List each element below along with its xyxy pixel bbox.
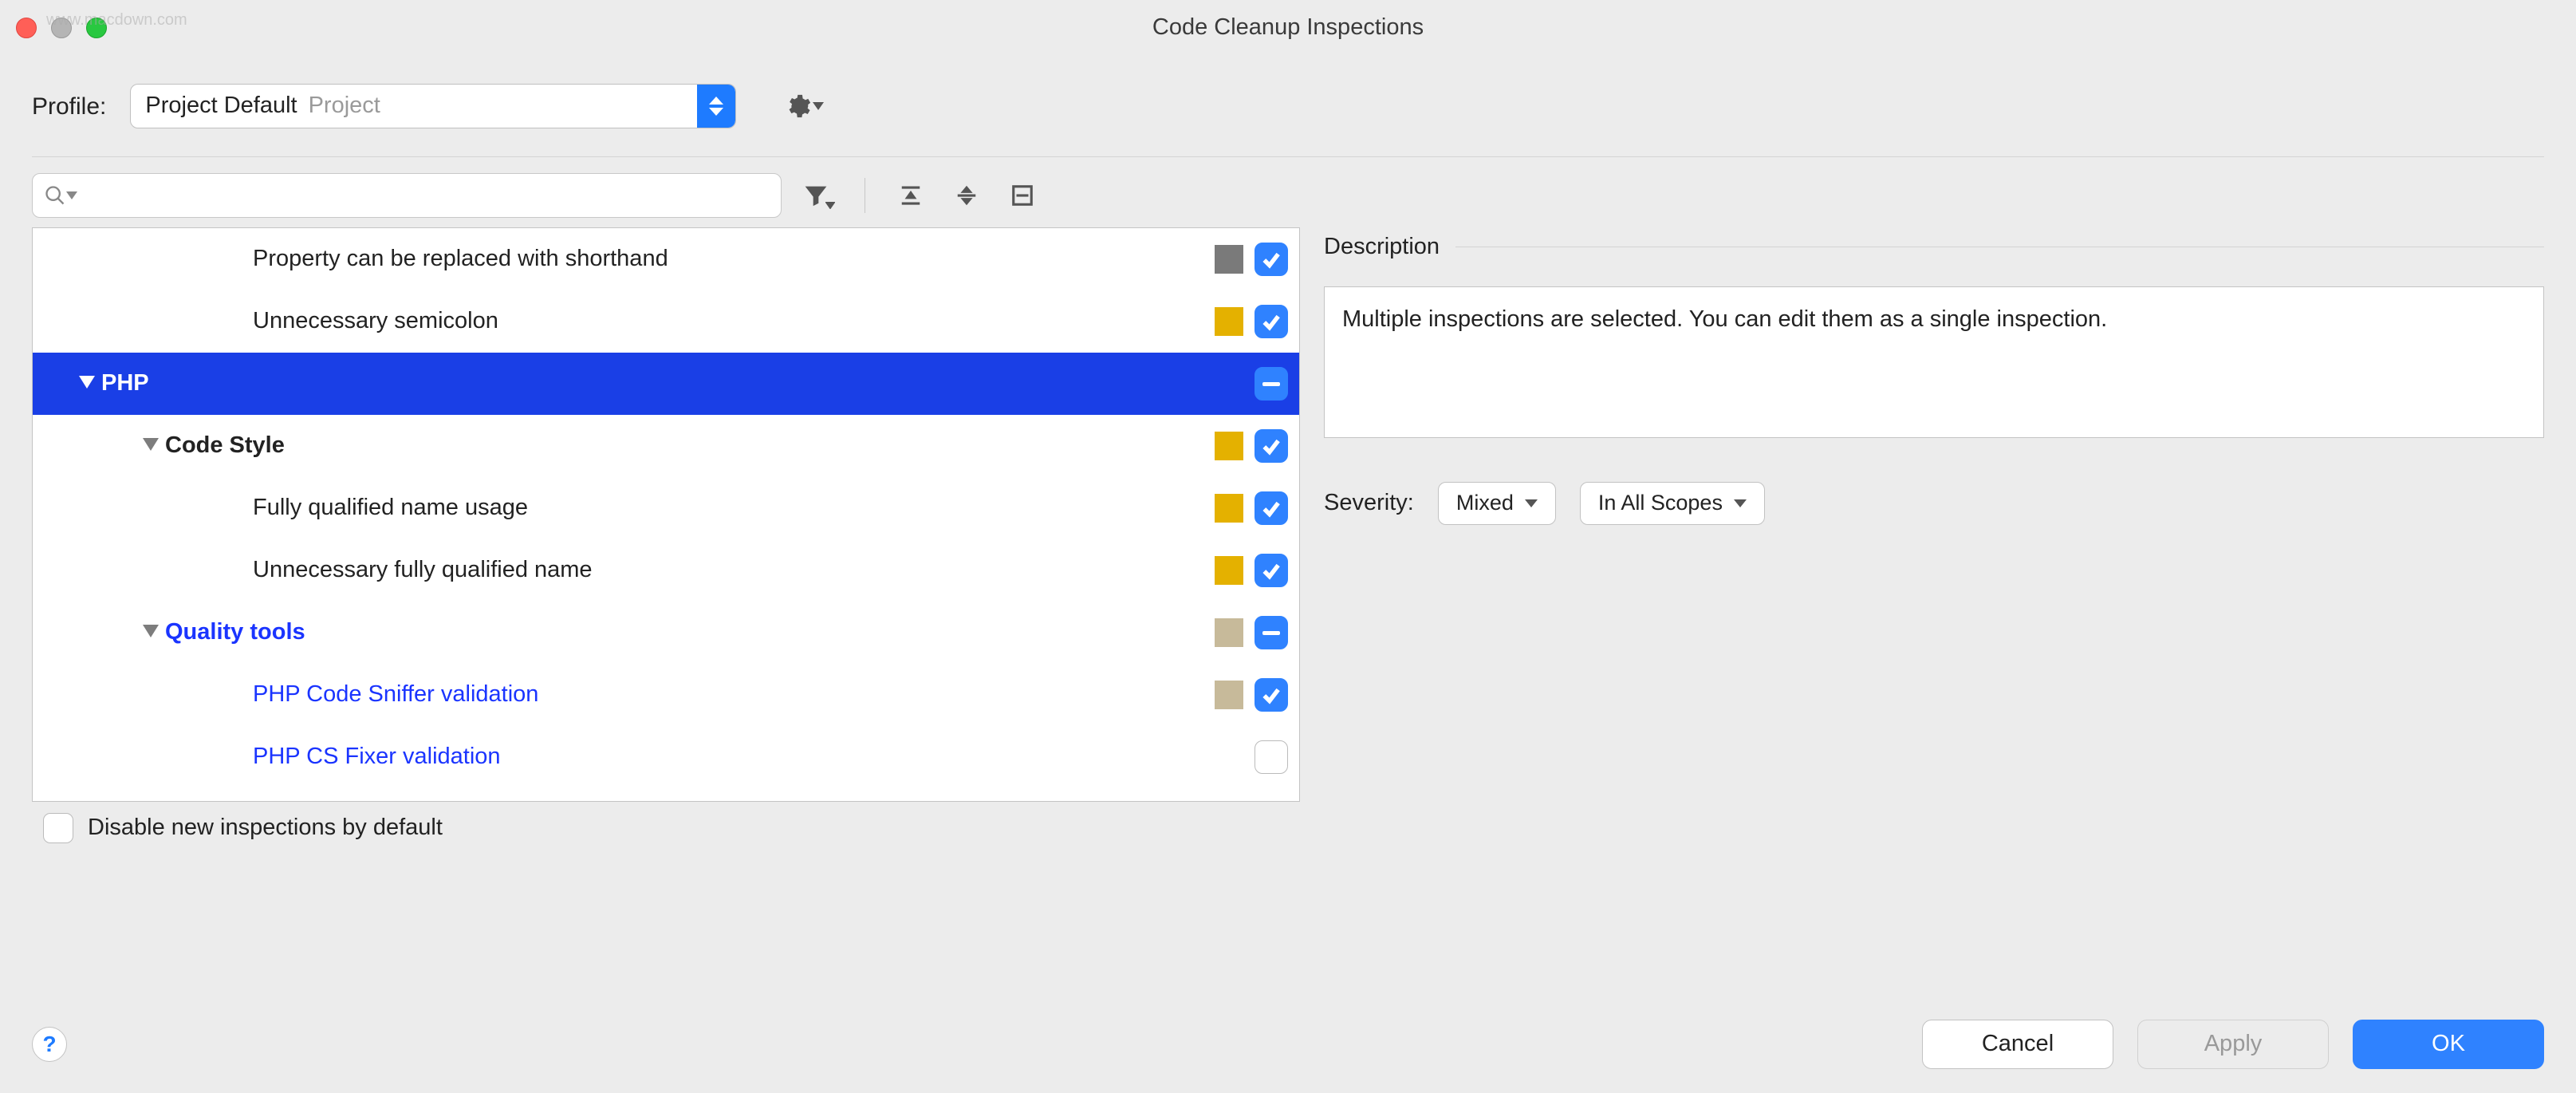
reset-icon [1010,183,1034,207]
severity-swatch [1215,556,1243,585]
tree-row-label: Unnecessary fully qualified name [253,555,1215,586]
tree-row[interactable]: Quality tools [33,602,1299,664]
tree-row[interactable]: PHP Code Sniffer validation [33,664,1299,726]
inspection-checkbox[interactable] [1255,305,1288,338]
check-icon [1261,436,1282,456]
watermark: www.macdown.com [46,10,187,30]
button-bar: ? Cancel Apply OK [0,1020,2576,1069]
disclosure-triangle-icon [79,376,95,392]
scope-value: In All Scopes [1598,489,1723,517]
search-icon [44,184,66,207]
window-title: Code Cleanup Inspections [0,13,2576,43]
disable-new-row: Disable new inspections by default [0,802,2576,843]
help-button[interactable]: ? [32,1027,67,1062]
search-input[interactable] [82,183,770,208]
filter-button[interactable] [801,177,837,214]
dropdown-arrow-icon [813,102,824,110]
tree-row-label: PHP Code Sniffer validation [253,680,1215,710]
tree-row[interactable]: Unnecessary fully qualified name [33,539,1299,602]
check-icon [1261,498,1282,519]
reset-button[interactable] [1004,177,1041,214]
profile-value: Project Default [131,91,297,121]
toolbar [0,157,2576,227]
tree-row-label: Code Style [165,431,1215,461]
profile-combobox[interactable]: Project Default Project [130,84,736,128]
tree-row-label: PHP CS Fixer validation [253,742,1215,772]
check-icon [1261,249,1282,270]
severity-value: Mixed [1456,489,1514,517]
severity-swatch [1215,245,1243,274]
disclosure-triangle-icon [143,438,159,454]
mixed-dash-icon [1262,382,1280,386]
severity-swatch [1215,681,1243,709]
tree-row[interactable]: Property can be replaced with shorthand [33,228,1299,290]
dropdown-arrow-icon [825,202,835,209]
tree-row[interactable]: PHP [33,353,1299,415]
updown-icon [697,85,735,128]
inspection-checkbox[interactable] [1255,740,1288,774]
profile-actions-button[interactable] [784,93,824,120]
titlebar: Code Cleanup Inspections www.macdown.com [0,0,2576,56]
check-icon [1261,560,1282,581]
expand-all-button[interactable] [892,177,929,214]
inspection-tree[interactable]: Property can be replaced with shorthand U… [32,227,1300,802]
severity-label: Severity: [1324,488,1414,519]
collapse-all-button[interactable] [948,177,985,214]
inspection-checkbox[interactable] [1255,678,1288,712]
severity-swatch [1215,307,1243,336]
disclosure-toggle[interactable] [73,376,101,392]
action-buttons: Cancel Apply OK [1922,1020,2544,1069]
inspection-checkbox[interactable] [1255,491,1288,525]
main-content: Property can be replaced with shorthand U… [0,227,2576,802]
tree-row-label: Property can be replaced with shorthand [253,244,1215,274]
tree-row[interactable]: Code Style [33,415,1299,477]
profile-label: Profile: [32,91,106,122]
description-header: Description [1324,232,2544,262]
severity-swatch [1215,432,1243,460]
severity-swatch [1215,618,1243,647]
dialog-window: { "title": "Code Cleanup Inspections", "… [0,0,2576,1093]
profile-row: Profile: Project Default Project [0,56,2576,156]
check-icon [1261,311,1282,332]
inspection-checkbox[interactable] [1255,367,1288,401]
scope-dropdown[interactable]: In All Scopes [1580,482,1765,525]
severity-swatch [1215,494,1243,523]
tree-row[interactable]: Unnecessary semicolon [33,290,1299,353]
tree-row-label: PHP [101,369,1215,399]
severity-swatch [1215,743,1243,771]
severity-row: Severity: Mixed In All Scopes [1324,482,2544,525]
tree-row-label: Fully qualified name usage [253,493,1215,523]
expand-all-icon [899,183,923,207]
disclosure-triangle-icon [143,625,159,641]
inspection-checkbox[interactable] [1255,554,1288,587]
inspection-checkbox[interactable] [1255,243,1288,276]
collapse-all-icon [955,183,979,207]
inspection-checkbox[interactable] [1255,616,1288,649]
severity-dropdown[interactable]: Mixed [1438,482,1556,525]
tree-row-label: Quality tools [165,618,1215,648]
description-label: Description [1324,232,1440,262]
inspection-checkbox[interactable] [1255,429,1288,463]
check-icon [1261,685,1282,705]
mixed-dash-icon [1262,631,1280,635]
profile-hint: Project [309,91,380,121]
cancel-button[interactable]: Cancel [1922,1020,2113,1069]
gear-icon [784,93,811,120]
ok-button[interactable]: OK [2353,1020,2544,1069]
severity-swatch [1215,369,1243,398]
tree-row[interactable]: Fully qualified name usage [33,477,1299,539]
tree-row-label: Unnecessary semicolon [253,306,1215,337]
tree-row[interactable]: PHP CS Fixer validation [33,726,1299,788]
chevron-down-icon [1525,499,1538,507]
search-options-arrow-icon [66,191,77,199]
disable-new-checkbox[interactable] [43,813,73,843]
apply-button[interactable]: Apply [2137,1020,2329,1069]
disclosure-toggle[interactable] [136,625,165,641]
disclosure-toggle[interactable] [136,438,165,454]
chevron-down-icon [1734,499,1747,507]
search-field[interactable] [32,173,782,218]
details-panel: Description Multiple inspections are sel… [1324,227,2544,802]
description-text: Multiple inspections are selected. You c… [1324,286,2544,438]
disable-new-label: Disable new inspections by default [88,813,443,843]
